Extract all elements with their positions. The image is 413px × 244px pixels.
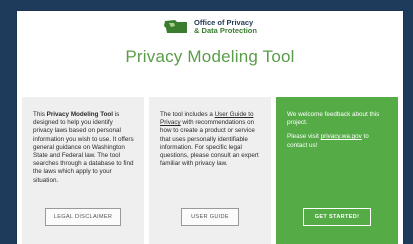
contact-text: Please visit privacy.wa.gov to contact u… [287,133,388,149]
logo-text: Office of Privacy & Data Protection [194,18,257,36]
main-card: Office of Privacy & Data Protection Priv… [17,11,403,244]
logo: Office of Privacy & Data Protection [17,15,403,39]
privacy-wa-gov-link[interactable]: privacy.wa.gov [321,133,362,140]
washington-state-icon [164,20,188,33]
get-started-button[interactable]: GET STARTED! [303,207,371,226]
user-guide-button[interactable]: USER GUIDE [181,207,239,226]
guide-text: The tool includes a User Guide to Privac… [160,111,261,168]
feedback-text: We welcome feedback about this project. [287,111,380,127]
info-columns: This Privacy Modeling Tool is designed t… [22,97,398,244]
logo-line-2: & Data Protection [194,26,257,35]
page-title: Privacy Modeling Tool [125,47,295,66]
guide-text-post: with recommendations on how to create a … [160,119,259,168]
guide-column: The tool includes a User Guide to Privac… [149,97,271,244]
contact-text-pre: Please visit [287,133,321,141]
intro-column: This Privacy Modeling Tool is designed t… [22,97,144,244]
legal-disclaimer-button[interactable]: LEGAL DISCLAIMER [45,207,121,226]
intro-text-post: is designed to help you identify privacy… [33,111,134,184]
feedback-column: We welcome feedback about this project. … [276,97,398,244]
intro-text-pre: This [33,111,47,118]
guide-text-pre: The tool includes a [160,111,215,118]
intro-text: This Privacy Modeling Tool is designed t… [33,111,134,185]
intro-text-bold: Privacy Modeling Tool [46,111,114,118]
